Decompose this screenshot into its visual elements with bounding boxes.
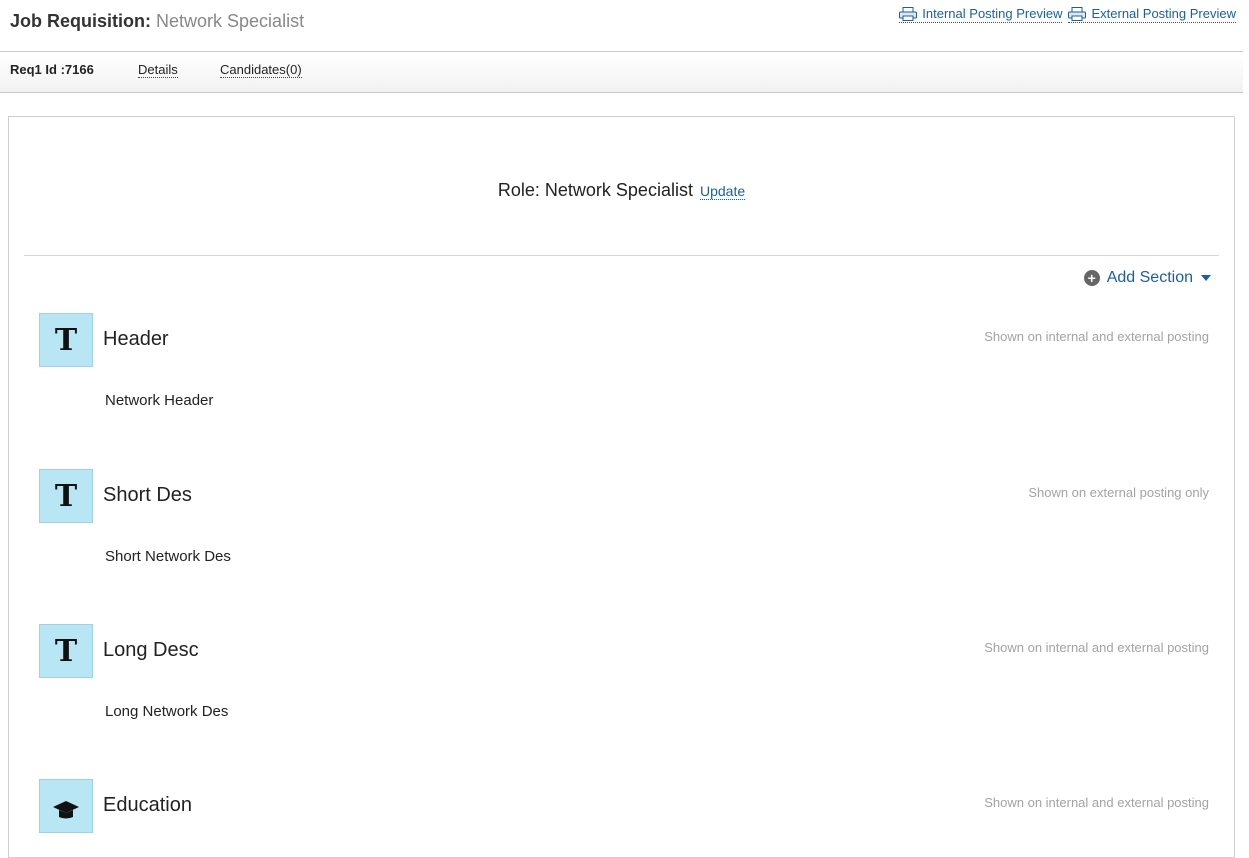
section-content: Long Network Des	[105, 703, 229, 720]
preview-links: Internal Posting Preview External Postin…	[893, 6, 1236, 23]
add-section-label: Add Section	[1106, 269, 1193, 286]
printer-icon	[899, 6, 918, 21]
section-visibility: Shown on external posting only	[1028, 485, 1209, 500]
section-visibility: Shown on internal and external posting	[984, 795, 1209, 810]
requisition-id: Req1 Id :7166	[10, 62, 94, 77]
page-title-label: Job Requisition:	[10, 11, 151, 31]
tab-details[interactable]: Details	[138, 62, 178, 78]
text-section-icon-glyph: T	[54, 633, 78, 669]
page-header: Job Requisition: Network Specialist Inte…	[0, 0, 1249, 50]
printer-icon	[1068, 6, 1087, 21]
text-section-icon-glyph: T	[54, 478, 78, 514]
divider	[24, 255, 1219, 256]
section-title: Header	[103, 328, 169, 350]
internal-posting-preview-link[interactable]: Internal Posting Preview	[899, 6, 1063, 23]
add-section-button[interactable]: + Add Section	[1083, 269, 1211, 287]
text-section-icon: T	[39, 469, 93, 523]
section-visibility: Shown on internal and external posting	[984, 640, 1209, 655]
role-line: Role: Network Specialist Update	[9, 180, 1234, 201]
text-section-icon: T	[39, 624, 93, 678]
section-title: Long Desc	[103, 639, 199, 661]
text-section-icon: T	[39, 313, 93, 367]
section-title: Education	[103, 794, 192, 816]
external-posting-preview-label: External Posting Preview	[1091, 6, 1236, 21]
external-posting-preview-link[interactable]: External Posting Preview	[1068, 6, 1236, 23]
section-title: Short Des	[103, 484, 192, 506]
caret-down-icon	[1201, 275, 1211, 281]
text-section-icon-glyph: T	[54, 322, 78, 358]
page-title-value: Network Specialist	[156, 11, 305, 31]
section-visibility: Shown on internal and external posting	[984, 329, 1209, 344]
section-content: Network Header	[105, 392, 214, 409]
graduation-cap-icon	[39, 779, 93, 833]
tab-candidates[interactable]: Candidates(0)	[220, 62, 302, 78]
plus-circle-icon: +	[1083, 270, 1100, 286]
role-text: Role: Network Specialist	[497, 180, 693, 200]
graduation-cap-glyph	[53, 801, 79, 819]
page-title: Job Requisition: Network Specialist	[10, 10, 304, 32]
update-role-link[interactable]: Update	[699, 183, 746, 200]
requisition-tab-bar: Req1 Id :7166 Details Candidates(0)	[0, 51, 1243, 93]
internal-posting-preview-label: Internal Posting Preview	[922, 6, 1063, 21]
requisition-panel: Role: Network Specialist Update + Add Se…	[8, 116, 1235, 858]
section-content: Short Network Des	[105, 548, 231, 565]
